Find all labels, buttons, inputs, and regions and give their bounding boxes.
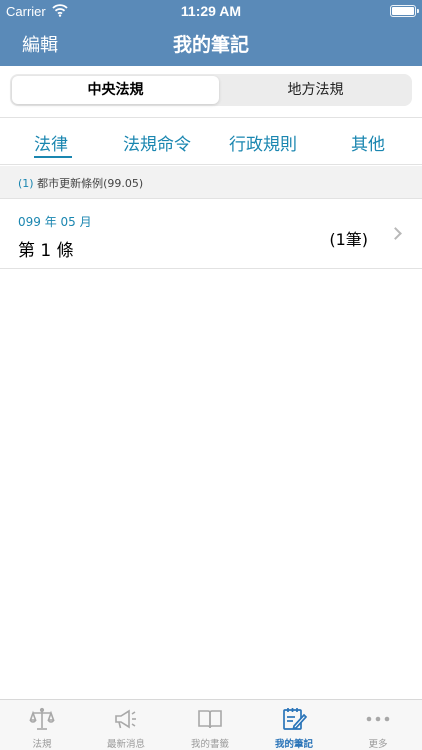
chevron-right-icon [389,227,402,240]
battery-icon [390,5,419,17]
more-icon [366,716,390,722]
section-header: (1) 都市更新條例(99.05) [0,166,422,199]
tab-regulatory-orders[interactable]: 法規命令 [123,130,191,155]
tab-law[interactable]: 法律 [34,130,68,155]
tab-administrative-rules[interactable]: 行政規則 [229,130,297,155]
note-list-item[interactable]: 099 年 05 月 第 1 條 (1筆) [0,200,422,269]
bottom-tab-bar: 法規 最新消息 我的書籤 我的筆記 更多 [0,699,422,750]
tab-bar-label: 更多 [368,739,388,750]
section-label: (1) 都市更新條例(99.05) [18,175,143,191]
note-article-title: 第 1 條 [18,241,74,261]
jurisdiction-segmented-control: 中央法規 地方法規 [10,74,412,106]
navigation-header: Carrier 11:29 AM 編輯 我的筆記 [0,0,422,66]
note-count: (1筆) [329,230,368,249]
status-bar: Carrier 11:29 AM [0,0,422,22]
section-title: 都市更新條例(99.05) [37,177,144,190]
page-title: 我的筆記 [172,34,249,56]
tab-bar-item-my-bookmarks[interactable]: 我的書籤 [168,700,252,750]
tab-bar-label: 我的書籤 [190,739,229,750]
selected-tab-indicator [34,156,72,158]
tab-bar-label: 最新消息 [106,739,145,750]
tab-bar-label: 法規 [32,739,52,750]
segment-local-regulations[interactable]: 地方法規 [221,76,410,104]
notepad-icon [283,708,307,730]
tab-bar-item-latest-news[interactable]: 最新消息 [84,700,168,750]
tab-bar-label: 我的筆記 [274,739,313,750]
megaphone-icon [115,709,136,729]
section-index: (1) [18,177,34,190]
note-date: 099 年 05 月 [18,215,92,229]
book-icon [198,710,222,729]
scale-icon [29,707,55,730]
tab-other[interactable]: 其他 [351,130,385,155]
tab-bar-item-regulations[interactable]: 法規 [0,700,84,750]
segment-central-regulations[interactable]: 中央法規 [12,76,219,104]
category-tabs: 法律 法規命令 行政規則 其他 [0,117,422,165]
tab-bar-item-my-notes[interactable]: 我的筆記 [252,700,336,750]
status-time: 11:29 AM [180,3,242,19]
tab-bar-item-more[interactable]: 更多 [336,700,420,750]
